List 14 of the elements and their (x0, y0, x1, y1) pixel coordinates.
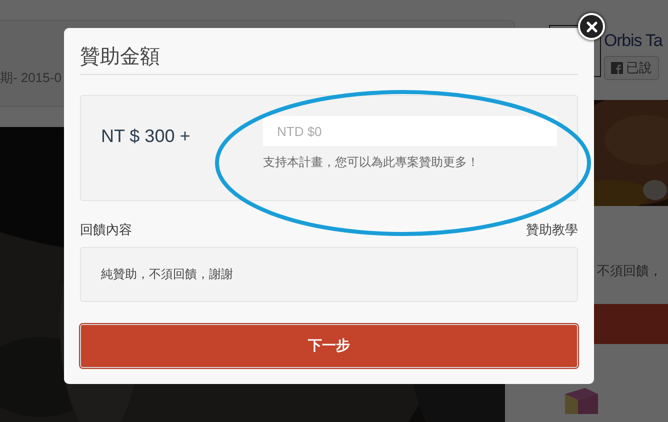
facebook-icon (611, 62, 623, 74)
dialog-title: 贊助金額 (80, 44, 578, 75)
amount-label: NT $ 300 + (101, 126, 192, 148)
amount-hint: 支持本計畫，您可以為此專案贊助更多！ (263, 154, 480, 171)
reward-content: 純贊助，不須回饋，謝謝 (101, 266, 233, 283)
share-button[interactable]: 已說 (604, 56, 659, 80)
amount-input-field[interactable]: NTD $0 (263, 116, 557, 146)
close-icon (586, 20, 598, 32)
close-button[interactable] (578, 13, 605, 40)
profile-name: Orbis Ta (604, 30, 662, 52)
reward-text: 不須回饋， (597, 262, 663, 280)
tutorial-link[interactable]: 贊助教學 (526, 220, 578, 239)
next-button[interactable]: 下一步 (80, 324, 578, 368)
reward-heading: 回饋內容 (80, 220, 132, 239)
